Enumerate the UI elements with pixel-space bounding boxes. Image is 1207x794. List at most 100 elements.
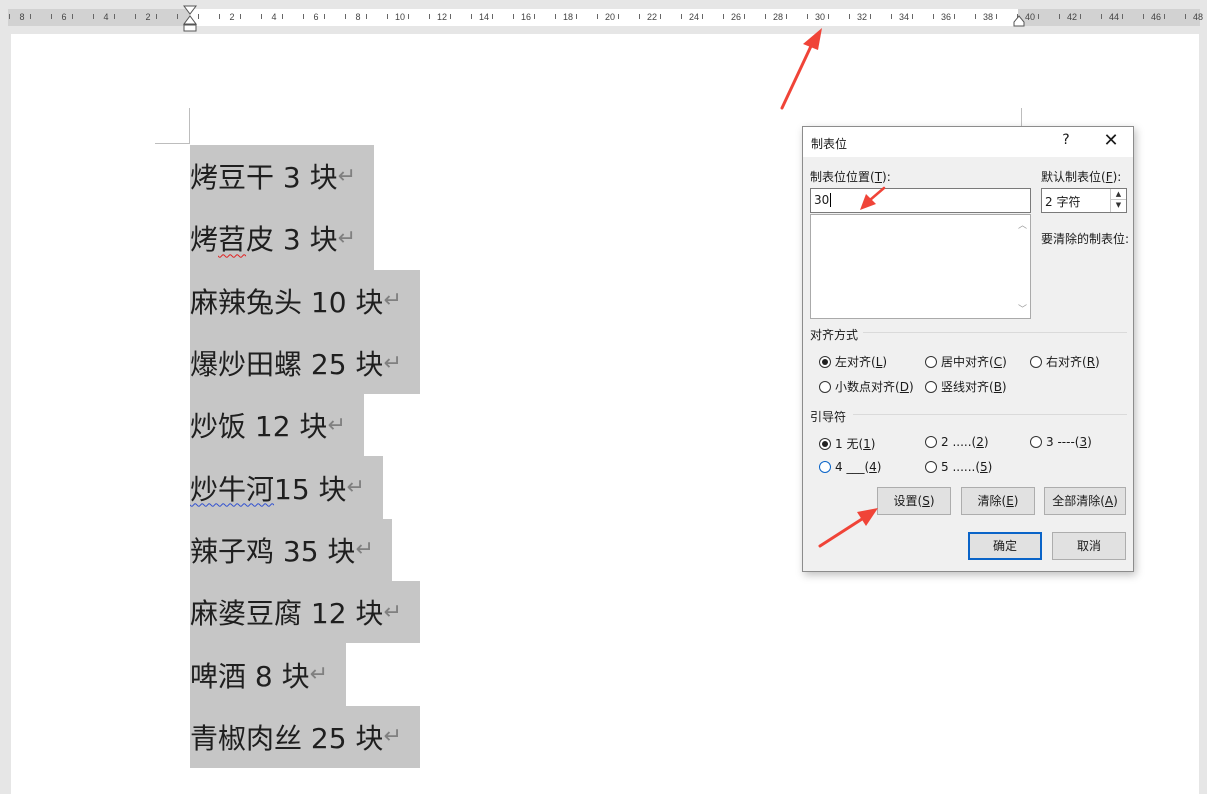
ruler-tick-mark: [177, 14, 178, 19]
ruler-tick-label: 48: [1192, 12, 1204, 22]
default-tab-stops-spinner[interactable]: 2 字符 ▲ ▼: [1041, 188, 1127, 213]
scroll-up-icon[interactable]: ︿: [1018, 218, 1027, 231]
ruler-tick-label: 4: [271, 12, 277, 22]
ruler-tick-label: 30: [814, 12, 826, 22]
text-line[interactable]: 炒牛河 15 块 ↵: [190, 456, 420, 519]
ruler-tick-label: 36: [940, 12, 952, 22]
align-bar-radio[interactable]: 竖线对齐(B): [925, 378, 1007, 395]
tab-stop-position-input[interactable]: 30: [810, 188, 1031, 213]
document-body[interactable]: 烤豆干 3 块 ↵ 烤苕皮 3 块 ↵ 麻辣兔头 10 块 ↵ 爆炒田螺 25 块 ↵ …: [190, 145, 420, 768]
leader-middle-dots-radio[interactable]: 5 ......(5): [925, 460, 992, 474]
highlighted-text[interactable]: 辣子鸡 35 块 ↵: [190, 518, 392, 582]
highlighted-text[interactable]: 麻辣兔头 10 块 ↵: [190, 269, 420, 332]
paragraph-mark: ↵: [383, 350, 402, 376]
highlighted-text[interactable]: 爆炒田螺 25 块 ↵: [190, 331, 420, 395]
ruler-tick-mark: [219, 14, 220, 19]
horizontal-ruler[interactable]: 8 6 4 2 2 4 6 8 10 12 14 16 18 20 22 24 26 28 30 32 34 36 38 40…: [0, 0, 1207, 34]
text-line[interactable]: 麻辣兔头 10 块 ↵: [190, 269, 420, 332]
highlighted-text[interactable]: 炒饭 12 块 ↵: [190, 394, 364, 457]
radio-unchecked-icon: [819, 380, 831, 393]
radio-checked-icon: [819, 355, 831, 368]
ruler-tick-label: 24: [688, 12, 700, 22]
align-decimal-radio[interactable]: 小数点对齐(D): [819, 378, 914, 395]
ruler-tick-mark: [72, 14, 73, 19]
ruler-tick-mark: [870, 14, 871, 19]
highlighted-text[interactable]: 青椒肉丝 25 块 ↵: [190, 705, 420, 768]
ruler-tick-label: 8: [19, 12, 25, 22]
leader-dashes-radio[interactable]: 3 ----(3): [1030, 435, 1092, 449]
highlighted-text[interactable]: 麻婆豆腐 12 块 ↵: [190, 581, 420, 644]
ruler-tick-mark: [555, 14, 556, 19]
spin-down-icon[interactable]: ▼: [1111, 200, 1126, 211]
close-icon[interactable]: ✕: [1101, 130, 1121, 152]
highlighted-text[interactable]: 烤豆干 3 块 ↵: [190, 145, 375, 208]
set-button[interactable]: 设置(S): [877, 487, 951, 515]
divider: [863, 332, 1127, 333]
ruler-tick-mark: [9, 14, 10, 19]
ruler-tick-mark: [1038, 14, 1039, 19]
align-left-radio[interactable]: 左对齐(L): [819, 353, 887, 370]
ruler-tick-label: 14: [478, 12, 490, 22]
text-line[interactable]: 青椒肉丝 25 块 ↵: [190, 705, 420, 768]
text-line[interactable]: 烤豆干 3 块 ↵: [190, 145, 420, 208]
ruler-tick-mark: [408, 14, 409, 19]
highlighted-text[interactable]: 啤酒 8 块 ↵: [190, 643, 347, 706]
ruler-tick-mark: [723, 14, 724, 19]
text-line[interactable]: 辣子鸡 35 块 ↵: [190, 518, 420, 582]
text-line[interactable]: 爆炒田螺 25 块 ↵: [190, 331, 420, 395]
help-button[interactable]: ?: [1059, 132, 1073, 148]
radio-checked-icon: [819, 437, 831, 450]
spin-up-icon[interactable]: ▲: [1111, 189, 1126, 200]
paragraph-mark: ↵: [346, 475, 365, 501]
scroll-down-icon[interactable]: ﹀: [1018, 302, 1027, 315]
ruler-tick-mark: [1185, 14, 1186, 19]
ruler-tick-label: 6: [61, 12, 67, 22]
ruler-tick-mark: [30, 14, 31, 19]
right-indent-marker[interactable]: [1013, 15, 1025, 27]
paragraph-mark: ↵: [383, 724, 402, 750]
dialog-titlebar[interactable]: 制表位 ? ✕: [803, 127, 1133, 157]
ok-button[interactable]: 确定: [968, 532, 1042, 560]
ruler-tick-mark: [975, 14, 976, 19]
leader-none-radio[interactable]: 1 无(1): [819, 435, 875, 452]
paragraph-mark: ↵: [337, 225, 357, 251]
ruler-tick-mark: [303, 14, 304, 19]
ruler-tick-mark: [513, 14, 514, 19]
ruler-tick-mark: [597, 14, 598, 19]
ruler-tick-mark: [471, 14, 472, 19]
ruler-tick-mark: [954, 14, 955, 19]
spelling-error-underline[interactable]: 苕: [218, 218, 246, 258]
ruler-tick-label: 2: [145, 12, 151, 22]
ruler-tick-label: 40: [1024, 12, 1036, 22]
clear-all-button[interactable]: 全部清除(A): [1044, 487, 1126, 515]
ruler-tick-label: 12: [436, 12, 448, 22]
radio-unchecked-icon: [819, 461, 831, 473]
ruler-tick-mark: [933, 14, 934, 19]
ruler-tick-mark: [450, 14, 451, 19]
clear-button[interactable]: 清除(E): [961, 487, 1035, 515]
text-line[interactable]: 麻婆豆腐 12 块 ↵: [190, 581, 420, 644]
ruler-tick-mark: [114, 14, 115, 19]
highlighted-text[interactable]: 烤苕皮 3 块 ↵: [190, 207, 375, 270]
tabs-dialog[interactable]: 制表位 ? ✕ 制表位位置(T): 30 ︿ ﹀ 默认制表位(F): 2 字符 …: [802, 126, 1134, 572]
text-line[interactable]: 烤苕皮 3 块 ↵: [190, 207, 420, 270]
text-line[interactable]: 炒饭 12 块 ↵: [190, 394, 420, 457]
leader-dots-radio[interactable]: 2 .....(2): [925, 435, 989, 449]
ruler-tick-label: 4: [103, 12, 109, 22]
radio-unchecked-icon: [925, 436, 937, 448]
cancel-button[interactable]: 取消: [1052, 532, 1126, 560]
align-right-radio[interactable]: 右对齐(R): [1030, 353, 1100, 370]
spinner-arrows[interactable]: ▲ ▼: [1110, 189, 1126, 212]
highlighted-text[interactable]: 炒牛河 15 块 ↵: [190, 456, 383, 519]
text-line[interactable]: 啤酒 8 块 ↵: [190, 643, 420, 706]
ruler-tick-mark: [576, 14, 577, 19]
ruler-tick-mark: [660, 14, 661, 19]
ruler-tick-mark: [1164, 14, 1165, 19]
default-tab-stops-label: 默认制表位(F):: [1041, 170, 1122, 184]
leader-underline-radio[interactable]: 4 ___(4): [819, 460, 881, 474]
left-indent-marker[interactable]: [183, 5, 197, 33]
grammar-underline[interactable]: 炒牛河: [190, 468, 274, 508]
align-center-radio[interactable]: 居中对齐(C): [925, 353, 1007, 370]
tab-stop-position-list[interactable]: ︿ ﹀: [810, 214, 1031, 319]
ruler-tick-label: 44: [1108, 12, 1120, 22]
